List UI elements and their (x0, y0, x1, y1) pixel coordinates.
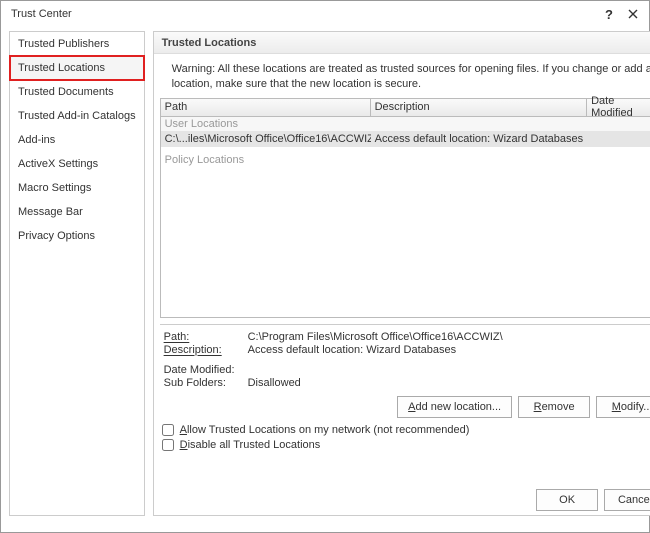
sidebar-item-macro-settings[interactable]: Macro Settings (10, 176, 144, 200)
cell-description: Access default location: Wizard Database… (371, 133, 588, 145)
cell-path: C:\...iles\Microsoft Office\Office16\ACC… (161, 133, 371, 145)
group-policy-locations: Policy Locations (161, 153, 650, 167)
detail-path-value: C:\Program Files\Microsoft Office\Office… (248, 331, 650, 343)
sidebar-item-trusted-documents[interactable]: Trusted Documents (10, 80, 144, 104)
detail-path-label: Path: (164, 331, 248, 343)
sidebar-item-activex-settings[interactable]: ActiveX Settings (10, 152, 144, 176)
disable-all-checkbox[interactable]: Disable all Trusted Locations (162, 439, 650, 451)
main-pane: Trusted Locations Warning: All these loc… (153, 31, 650, 516)
sidebar-item-add-ins[interactable]: Add-ins (10, 128, 144, 152)
title-bar: Trust Center ? (1, 1, 649, 27)
group-user-locations: User Locations (161, 117, 650, 131)
allow-network-input[interactable] (162, 424, 174, 436)
disable-all-input[interactable] (162, 439, 174, 451)
sidebar: Trusted Publishers Trusted Locations Tru… (9, 31, 145, 516)
cancel-button[interactable]: Cancel (604, 489, 650, 511)
detail-subfolders-value: Disallowed (248, 377, 650, 389)
sidebar-item-trusted-addin-catalogs[interactable]: Trusted Add-in Catalogs (10, 104, 144, 128)
table-row[interactable]: C:\...iles\Microsoft Office\Office16\ACC… (161, 131, 650, 147)
detail-date-value (248, 364, 650, 376)
detail-desc-label: Description: (164, 344, 248, 356)
col-date-label: Date Modified (591, 95, 650, 119)
help-icon[interactable]: ? (597, 2, 621, 26)
action-buttons: Add new location... Remove Modify... (154, 392, 650, 420)
sidebar-item-trusted-publishers[interactable]: Trusted Publishers (10, 32, 144, 56)
sidebar-item-trusted-locations[interactable]: Trusted Locations (10, 56, 144, 80)
table-header: Path Description Date Modified ▼ (161, 99, 650, 117)
remove-button[interactable]: Remove (518, 396, 590, 418)
warning-text: Warning: All these locations are treated… (154, 54, 650, 98)
close-icon[interactable] (621, 2, 645, 26)
col-path[interactable]: Path (161, 99, 371, 116)
col-date-modified[interactable]: Date Modified ▼ (587, 99, 650, 116)
detail-desc-value: Access default location: Wizard Database… (248, 344, 650, 356)
detail-subfolders-label: Sub Folders: (164, 377, 248, 389)
ok-button[interactable]: OK (536, 489, 598, 511)
window-title: Trust Center (11, 8, 597, 20)
details-panel: Path: C:\Program Files\Microsoft Office\… (160, 324, 650, 392)
add-new-location-button[interactable]: Add new location... (397, 396, 512, 418)
dialog-footer: OK Cancel (536, 489, 650, 511)
sidebar-item-privacy-options[interactable]: Privacy Options (10, 224, 144, 248)
allow-network-checkbox[interactable]: Allow Trusted Locations on my network (n… (162, 424, 650, 436)
detail-date-label: Date Modified: (164, 364, 248, 376)
sidebar-item-message-bar[interactable]: Message Bar (10, 200, 144, 224)
locations-table: Path Description Date Modified ▼ User Lo… (160, 98, 650, 318)
checkbox-group: Allow Trusted Locations on my network (n… (154, 420, 650, 460)
col-description[interactable]: Description (371, 99, 588, 116)
modify-button[interactable]: Modify... (596, 396, 650, 418)
section-heading: Trusted Locations (154, 32, 650, 54)
